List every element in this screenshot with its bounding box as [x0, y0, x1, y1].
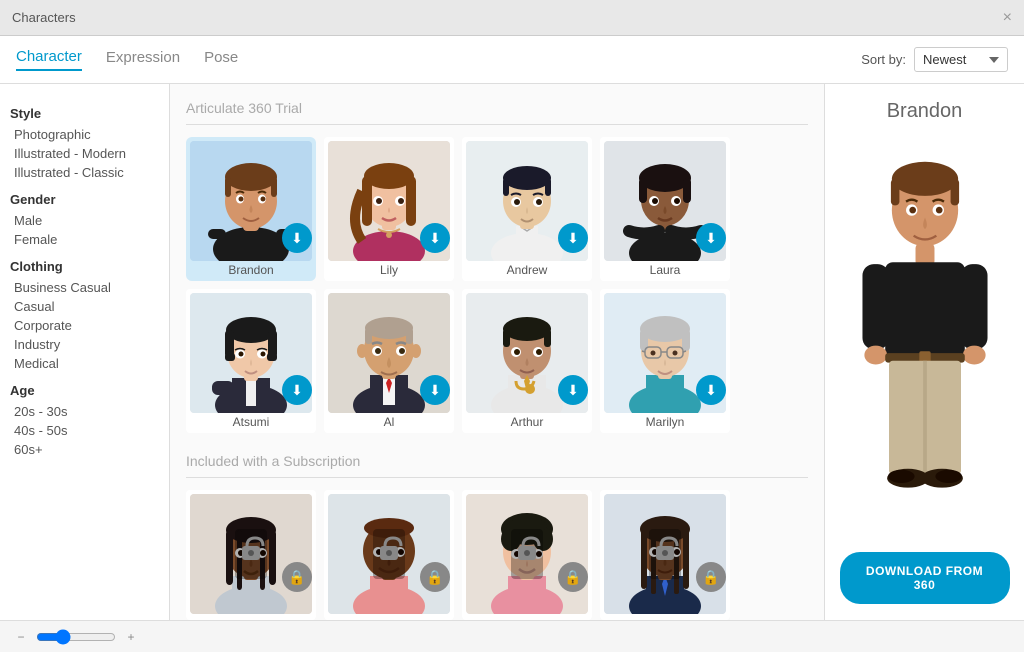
download-btn-brandon[interactable]: ⬇ — [282, 223, 312, 253]
zoom-slider[interactable] — [36, 629, 116, 645]
section-subscription-label: Included with a Subscription — [186, 453, 808, 478]
tab-character[interactable]: Character — [16, 48, 82, 71]
char-card-sub1[interactable]: 🔒 — [186, 490, 316, 620]
char-name-andrew: Andrew — [466, 263, 588, 277]
tab-bar: Character Expression Pose Sort by: Newes… — [0, 36, 1024, 84]
sidebar-item-illustrated-classic[interactable]: Illustrated - Classic — [10, 163, 159, 182]
sidebar-item-illustrated-modern[interactable]: Illustrated - Modern — [10, 144, 159, 163]
char-card-laura[interactable]: ⬇ Laura — [600, 137, 730, 281]
tab-expression[interactable]: Expression — [106, 49, 180, 70]
download-lock-sub3[interactable]: 🔒 — [558, 562, 588, 592]
download-btn-laura[interactable]: ⬇ — [696, 223, 726, 253]
char-card-brandon[interactable]: ⬇ Brandon — [186, 137, 316, 281]
char-img-sub1 — [190, 494, 312, 614]
char-name-marilyn: Marilyn — [604, 415, 726, 429]
char-card-lily[interactable]: ⬇ Lily — [324, 137, 454, 281]
download-lock-sub2[interactable]: 🔒 — [420, 562, 450, 592]
download-btn-atsumi[interactable]: ⬇ — [282, 375, 312, 405]
sidebar-section-age: Age 20s - 30s 40s - 50s 60s+ — [10, 383, 159, 459]
sidebar-item-female[interactable]: Female — [10, 230, 159, 249]
char-avatar-sub2 — [328, 494, 450, 614]
trial-char-grid: ⬇ Brandon — [186, 137, 808, 433]
download-btn-al[interactable]: ⬇ — [420, 375, 450, 405]
char-avatar-sub4 — [604, 494, 726, 614]
tab-pose[interactable]: Pose — [204, 49, 238, 70]
char-img-sub3 — [466, 494, 588, 614]
clothing-section-title: Clothing — [10, 259, 159, 274]
char-img-sub2 — [328, 494, 450, 614]
download-btn-arthur[interactable]: ⬇ — [558, 375, 588, 405]
window-title: Characters — [12, 10, 76, 25]
char-name-brandon: Brandon — [190, 263, 312, 277]
sidebar-item-20s30s[interactable]: 20s - 30s — [10, 402, 159, 421]
sidebar-section-gender: Gender Male Female — [10, 192, 159, 249]
sort-label: Sort by: — [861, 52, 906, 67]
download-btn-andrew[interactable]: ⬇ — [558, 223, 588, 253]
download-lock-sub1[interactable]: 🔒 — [282, 562, 312, 592]
char-avatar-sub3 — [466, 494, 588, 614]
age-section-title: Age — [10, 383, 159, 398]
content-area: Style Photographic Illustrated - Modern … — [0, 84, 1024, 620]
sidebar-item-corporate[interactable]: Corporate — [10, 316, 159, 335]
sidebar: Style Photographic Illustrated - Modern … — [0, 84, 170, 620]
zoom-minus-button[interactable]: − — [12, 628, 30, 646]
char-card-marilyn[interactable]: ⬇ Marilyn — [600, 289, 730, 433]
sidebar-item-industry[interactable]: Industry — [10, 335, 159, 354]
sidebar-section-style: Style Photographic Illustrated - Modern … — [10, 106, 159, 182]
char-avatar-sub1 — [190, 494, 312, 614]
zoom-plus-button[interactable]: + — [122, 628, 140, 646]
section-trial-label: Articulate 360 Trial — [186, 100, 808, 125]
preview-character-svg — [845, 158, 1005, 518]
sidebar-item-male[interactable]: Male — [10, 211, 159, 230]
char-name-lily: Lily — [328, 263, 450, 277]
sidebar-item-business-casual[interactable]: Business Casual — [10, 278, 159, 297]
download-btn-lily[interactable]: ⬇ — [420, 223, 450, 253]
char-name-atsumi: Atsumi — [190, 415, 312, 429]
sidebar-section-clothing: Clothing Business Casual Casual Corporat… — [10, 259, 159, 373]
preview-figure — [833, 135, 1016, 540]
title-bar: Characters × — [0, 0, 1024, 36]
char-card-sub3[interactable]: 🔒 — [462, 490, 592, 620]
tabs: Character Expression Pose — [16, 48, 238, 71]
main-content: Articulate 360 Trial — [170, 84, 824, 620]
char-card-al[interactable]: ⬇ Al — [324, 289, 454, 433]
download-lock-sub4[interactable]: 🔒 — [696, 562, 726, 592]
close-icon[interactable]: × — [1003, 9, 1012, 27]
download-360-button[interactable]: DOWNLOAD FROM 360 — [840, 552, 1010, 604]
char-card-andrew[interactable]: ⬇ Andrew — [462, 137, 592, 281]
sort-area: Sort by: Newest Oldest Name A-Z Name Z-A — [861, 47, 1008, 72]
sort-select[interactable]: Newest Oldest Name A-Z Name Z-A — [914, 47, 1008, 72]
gender-section-title: Gender — [10, 192, 159, 207]
sidebar-item-medical[interactable]: Medical — [10, 354, 159, 373]
char-name-laura: Laura — [604, 263, 726, 277]
char-name-arthur: Arthur — [466, 415, 588, 429]
style-section-title: Style — [10, 106, 159, 121]
bottom-bar: − + — [0, 620, 1024, 652]
sidebar-item-60s[interactable]: 60s+ — [10, 440, 159, 459]
sidebar-item-photographic[interactable]: Photographic — [10, 125, 159, 144]
sidebar-item-casual[interactable]: Casual — [10, 297, 159, 316]
sidebar-item-40s50s[interactable]: 40s - 50s — [10, 421, 159, 440]
char-name-al: Al — [328, 415, 450, 429]
preview-panel: Brandon — [824, 84, 1024, 620]
char-card-atsumi[interactable]: ⬇ Atsumi — [186, 289, 316, 433]
subscription-char-grid: 🔒 — [186, 490, 808, 620]
app-body: Character Expression Pose Sort by: Newes… — [0, 36, 1024, 652]
char-card-sub4[interactable]: 🔒 — [600, 490, 730, 620]
download-btn-marilyn[interactable]: ⬇ — [696, 375, 726, 405]
char-img-sub4 — [604, 494, 726, 614]
preview-name: Brandon — [887, 100, 963, 123]
char-card-arthur[interactable]: ⬇ Arthur — [462, 289, 592, 433]
char-card-sub2[interactable]: 🔒 — [324, 490, 454, 620]
